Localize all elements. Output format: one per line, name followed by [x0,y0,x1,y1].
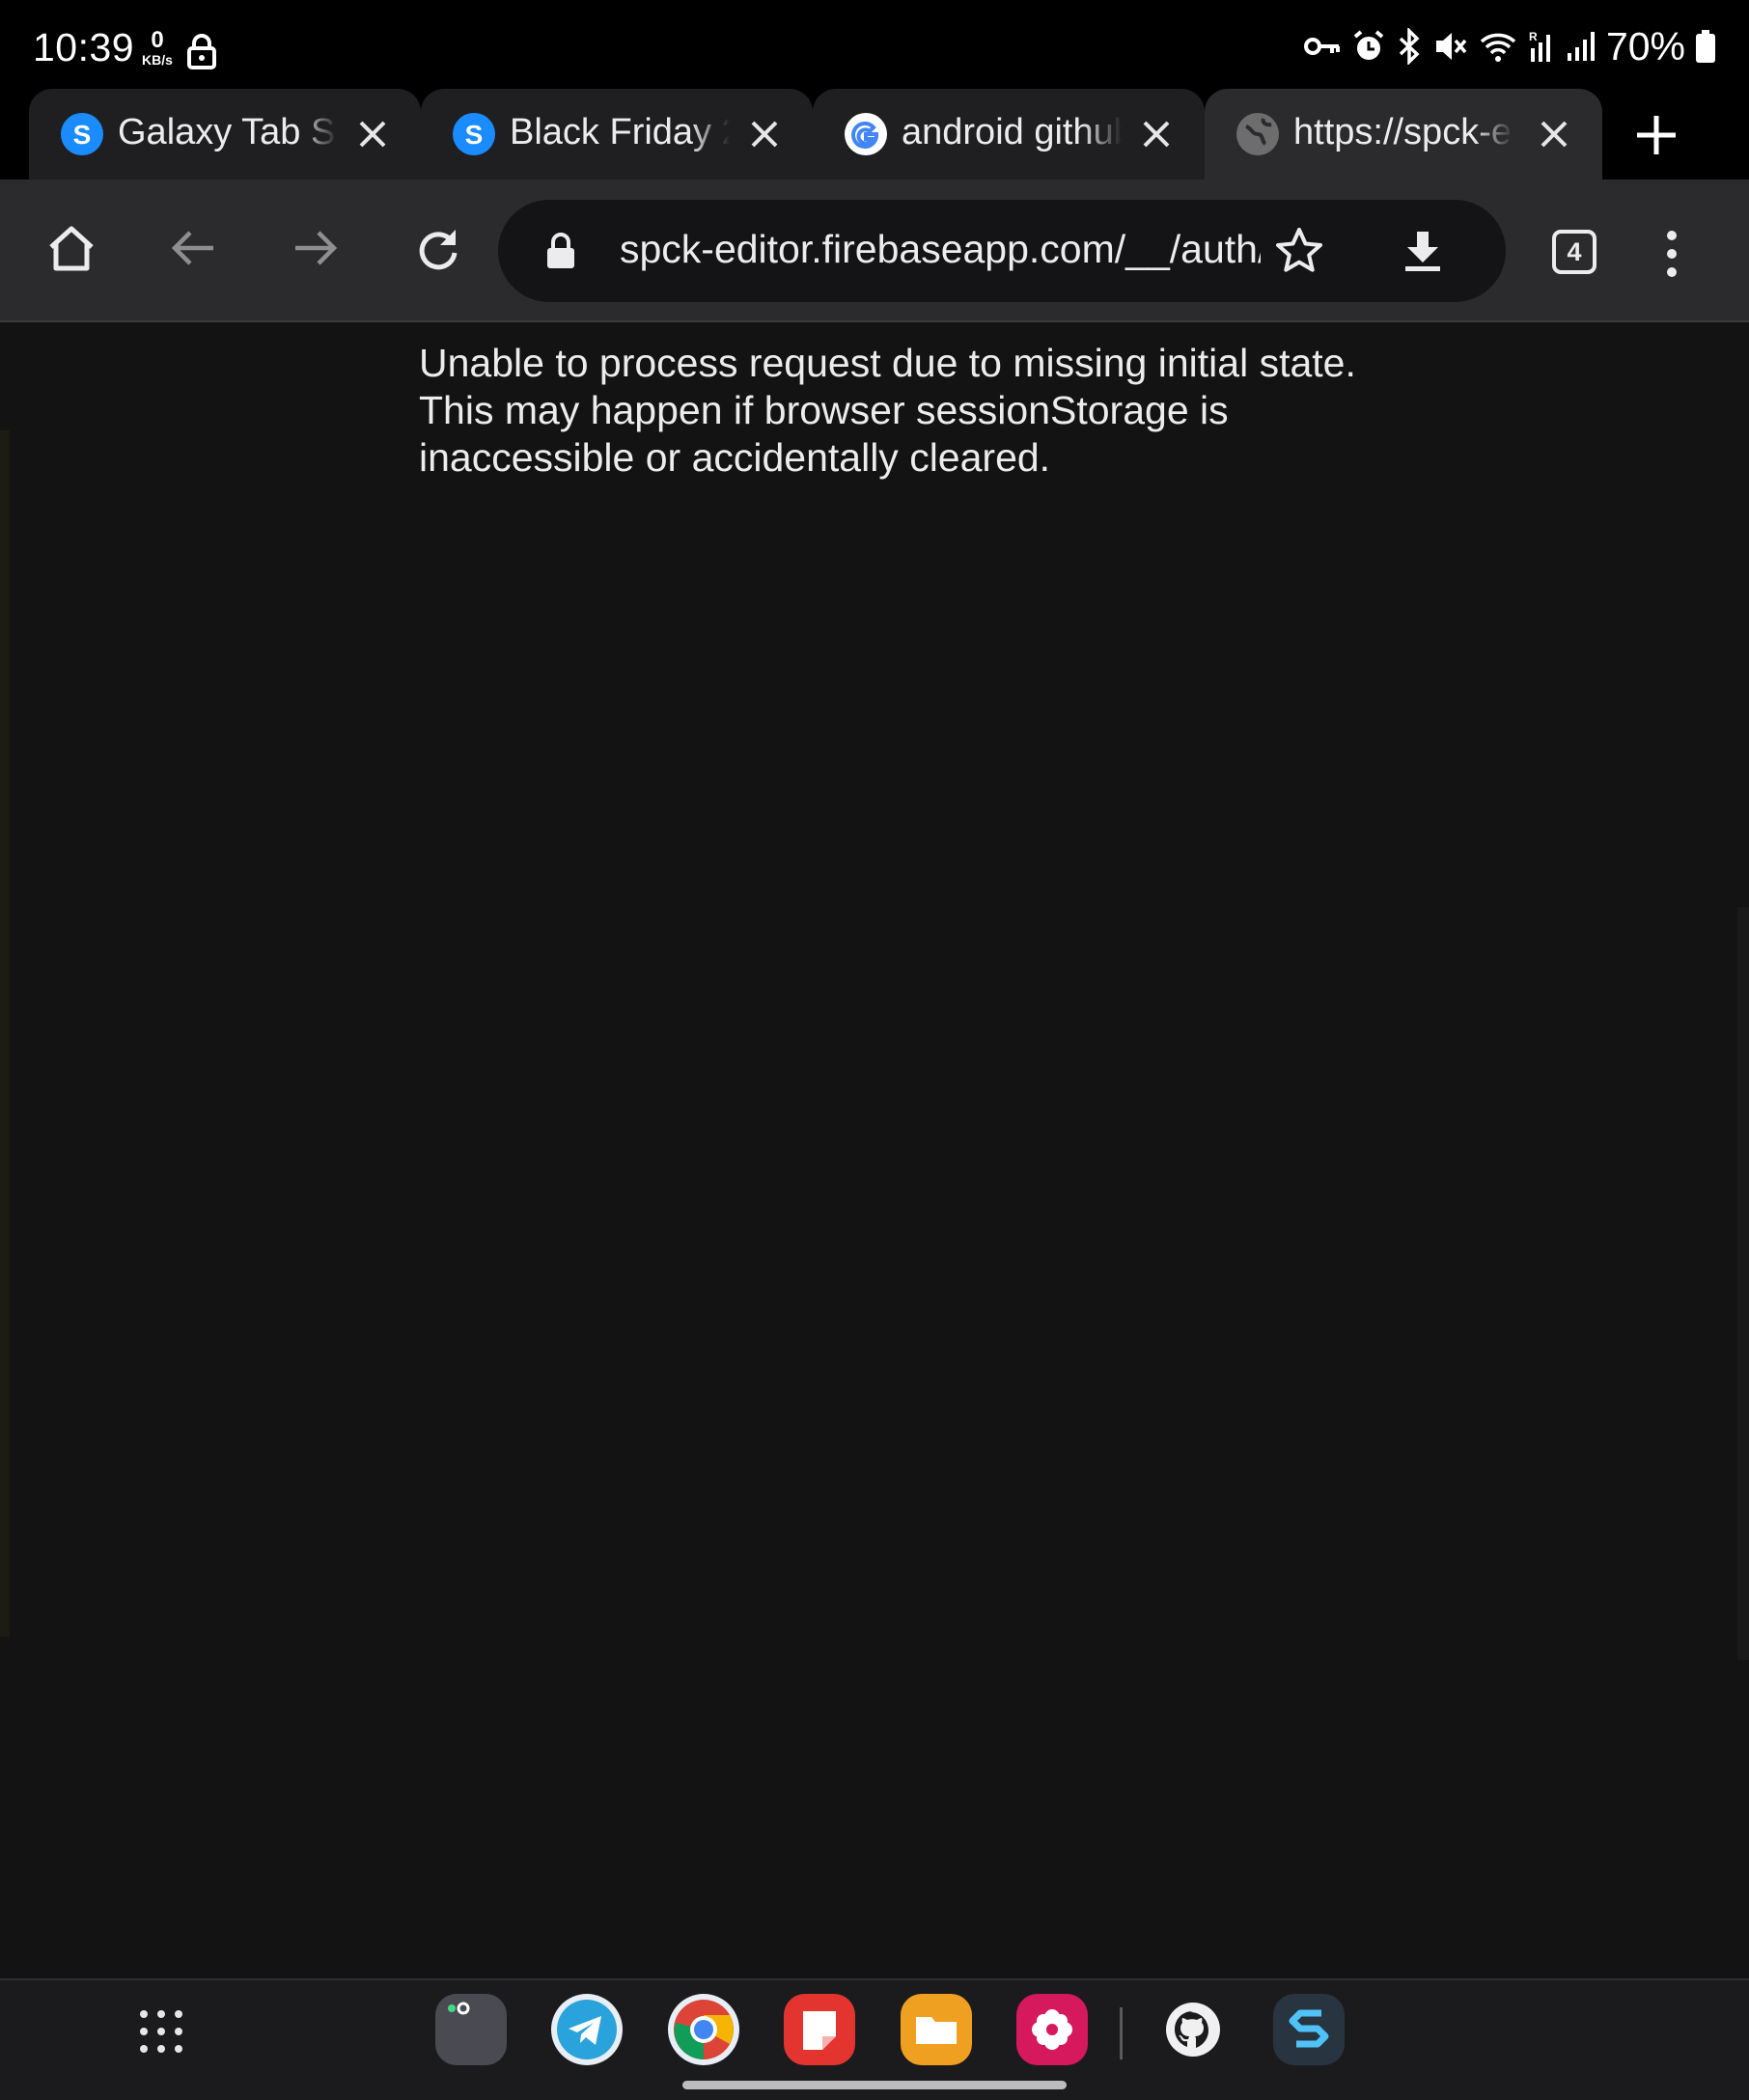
github-icon[interactable] [1157,1994,1229,2065]
address-bar[interactable]: spck-editor.firebaseapp.com/__/auth/hand… [498,200,1506,302]
close-tab-icon[interactable] [745,115,784,153]
flower-app-icon[interactable] [1016,1994,1088,2065]
tab-galaxy-tab[interactable]: S Galaxy Tab S8, S8+ and S8 Ultra [29,89,421,180]
recent-apps-icon[interactable] [435,1994,507,2065]
browser-toolbar: spck-editor.firebaseapp.com/__/auth/hand… [0,180,1749,322]
samsung-s-icon: S [453,113,495,155]
svg-text:R: R [1529,30,1538,43]
bookmark-star-icon[interactable] [1272,224,1326,283]
signal-icon [1566,30,1596,63]
spck-editor-icon[interactable] [1273,1994,1345,2065]
lock-icon [544,232,577,275]
gesture-handle[interactable] [682,2081,1067,2089]
svg-text:S: S [73,120,92,150]
lock-icon [187,33,216,74]
tab-android-github[interactable]: android github [813,89,1205,180]
tab-title: Galaxy Tab S8, S8+ and S8 Ultra [118,112,338,152]
app-drawer-icon[interactable] [139,2009,183,2059]
tab-spck-editor[interactable]: https://spck-editor.firebaseapp.com [1205,89,1602,180]
alarm-icon [1351,29,1386,64]
more-options-icon[interactable] [1664,230,1680,283]
tab-title: https://spck-editor.firebaseapp.com [1293,112,1513,152]
taskbar-divider [1120,2007,1123,2059]
tab-black-friday[interactable]: S Black Friday 2022 [421,89,813,180]
close-tab-icon[interactable] [1137,115,1176,153]
close-tab-icon[interactable] [1535,115,1573,153]
home-icon [45,222,97,279]
home-button[interactable] [42,220,101,280]
back-arrow-icon [169,224,217,277]
globe-icon [1236,113,1279,155]
battery-percent: 70% [1605,23,1685,69]
tab-title: Black Friday 2022 [510,112,730,152]
taskbar [0,1978,1749,2100]
left-edge-panel-handle[interactable] [0,430,10,1637]
status-icons: R 70% [1303,23,1716,69]
close-tab-icon[interactable] [353,115,392,153]
bluetooth-icon [1396,28,1423,65]
reload-button[interactable] [407,220,467,280]
url-text[interactable]: spck-editor.firebaseapp.com/__/auth/hand… [620,227,1261,272]
battery-icon [1695,29,1716,64]
network-speed-unit: KB/s [142,52,173,68]
forward-button[interactable] [286,220,346,280]
telegram-icon[interactable] [551,1994,623,2065]
mute-icon [1432,29,1469,64]
samsung-s-icon: S [61,113,103,155]
right-edge-panel-handle[interactable] [1737,907,1749,1660]
forward-arrow-icon [292,224,340,277]
vpn-key-icon [1303,32,1342,61]
google-icon [845,113,887,155]
files-folder-icon[interactable] [901,1994,972,2065]
download-icon[interactable] [1396,224,1450,283]
back-button[interactable] [163,220,223,280]
network-speed-value: 0 [151,27,164,53]
signal-roaming-icon: R [1527,29,1556,64]
tab-strip: S Galaxy Tab S8, S8+ and S8 Ultra S Blac… [0,89,1749,180]
tab-switcher-button[interactable]: 4 [1552,230,1596,274]
network-speed: 0 KB/s [138,29,177,71]
tab-title: android github [902,112,1122,152]
status-bar: 10:39 0 KB/s R 70% [0,0,1749,89]
wifi-icon [1479,30,1517,63]
page-content: Unable to process request due to missing… [0,324,1749,1978]
new-tab-button[interactable] [1631,110,1681,160]
status-time: 10:39 [33,25,135,69]
error-message: Unable to process request due to missing… [419,341,1356,480]
chrome-icon[interactable] [668,1994,739,2065]
notes-icon[interactable] [784,1994,855,2065]
svg-text:S: S [465,120,484,150]
reload-icon [413,224,461,277]
